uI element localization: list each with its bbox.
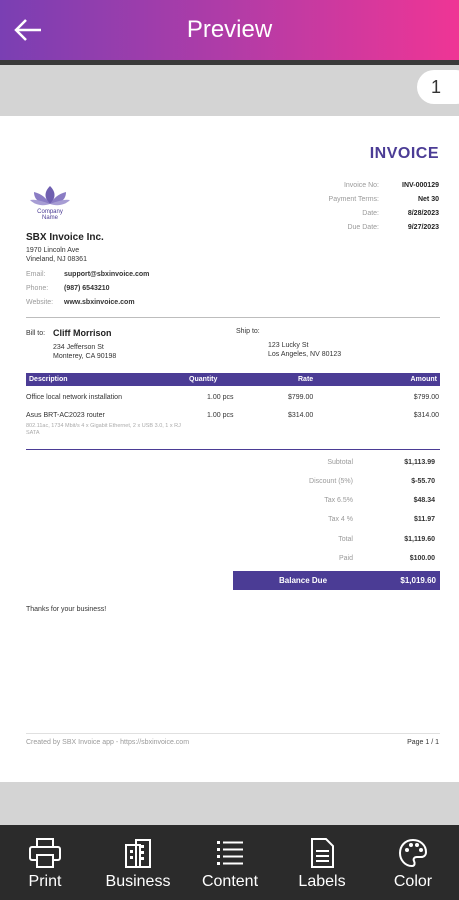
row1-amount: $799.00 [413, 394, 439, 401]
company-website: www.sbxinvoice.com [64, 299, 135, 306]
bill-to-address-line1: 234 Jefferson St [53, 344, 104, 351]
nav-content[interactable]: Content [196, 825, 264, 900]
company-name: SBX Invoice Inc. [26, 232, 104, 243]
footer-page-number: Page 1 / 1 [407, 739, 439, 746]
phone-label: Phone: [26, 285, 49, 292]
meta-label-due-date: Due Date: [347, 224, 379, 231]
company-email: support@sbxinvoice.com [64, 271, 150, 278]
bottom-navigation: Print Business Content Labels Color [0, 825, 459, 900]
row2-quantity: 1.00 pcs [207, 412, 234, 419]
paid-label: Paid [338, 555, 353, 562]
row1-rate: $799.00 [288, 394, 314, 401]
printer-icon [29, 838, 61, 868]
total-value: $1,119.60 [404, 536, 435, 543]
nav-content-label: Content [201, 873, 259, 890]
document-icon [311, 838, 334, 868]
company-address-line1: 1970 Lincoln Ave [26, 247, 80, 254]
ship-to-address-line2: Los Angeles, NV 80123 [268, 351, 342, 358]
bill-to-address-line2: Monterey, CA 90198 [53, 353, 117, 360]
col-rate: Rate [298, 376, 314, 383]
row2-description: Asus BRT-AC2023 router [26, 412, 105, 419]
col-amount: Amount [410, 376, 437, 383]
nav-labels-label: Labels [298, 873, 346, 890]
meta-value-due-date: 9/27/2023 [407, 224, 439, 231]
tax1-label: Tax 6.5% [324, 497, 353, 504]
nav-labels[interactable]: Labels [290, 825, 354, 900]
col-quantity: Quantity [189, 376, 218, 383]
company-phone: (987) 6543210 [64, 285, 110, 292]
bill-to-label: Bill to: [26, 330, 46, 337]
tax1-value: $48.34 [413, 497, 435, 504]
palette-icon [398, 838, 428, 868]
tax2-value: $11.97 [413, 516, 435, 523]
meta-label-invoice-no: Invoice No: [343, 182, 379, 189]
list-icon [217, 841, 243, 865]
nav-color-label: Color [393, 873, 433, 890]
logo-text-line2: Name [42, 215, 59, 221]
row1-quantity: 1.00 pcs [207, 394, 234, 401]
nav-print[interactable]: Print [14, 825, 76, 900]
building-icon [125, 839, 151, 868]
company-address-line2: Vineland, NJ 08361 [26, 256, 87, 263]
col-description: Description [29, 376, 68, 383]
meta-label-payment-terms: Payment Terms: [328, 196, 379, 203]
row2-amount: $314.00 [413, 412, 439, 419]
subtotal-value: $1,113.99 [404, 459, 435, 466]
footer-credit: Created by SBX Invoice app - https://sbx… [26, 739, 190, 746]
meta-label-date: Date: [362, 210, 379, 217]
invoice-page: INVOICE Company Name Invoice No: INV-000… [0, 116, 459, 782]
meta-value-payment-terms: Net 30 [417, 196, 439, 203]
nav-business-label: Business [105, 873, 171, 890]
nav-print-label: Print [28, 873, 62, 890]
ship-to-address-line1: 123 Lucky St [268, 342, 309, 349]
page-number-badge: 1 [417, 70, 459, 104]
nav-color[interactable]: Color [384, 825, 442, 900]
balance-due-value: $1,019.60 [400, 576, 436, 585]
row2-note: 802.11ac, 1734 Mbit/s 4 x Gigabit Ethern… [26, 423, 181, 436]
page-title: Preview [186, 16, 273, 43]
app-header: Preview [0, 0, 459, 60]
table-bottom-line [26, 449, 440, 450]
total-label: Total [338, 536, 353, 543]
balance-due-label: Balance Due [279, 576, 328, 585]
thanks-note: Thanks for your business! [26, 606, 107, 613]
discount-value: $-55.70 [411, 478, 435, 485]
invoice-heading: INVOICE [369, 145, 439, 162]
nav-business[interactable]: Business [100, 825, 176, 900]
items-table-header: Description Quantity Rate Amount [26, 373, 440, 386]
meta-value-date: 8/28/2023 [407, 210, 439, 217]
tax2-label: Tax 4 % [328, 516, 353, 523]
ship-to-label: Ship to: [236, 328, 260, 335]
paid-value: $100.00 [409, 555, 435, 562]
divider [26, 317, 440, 318]
company-logo-icon: Company Name [26, 182, 74, 222]
row2-rate: $314.00 [288, 412, 314, 419]
discount-label: Discount (5%) [309, 478, 353, 485]
subtotal-label: Subtotal [327, 459, 353, 466]
row1-description: Office local network installation [26, 394, 122, 401]
balance-due-row: Balance Due $1,019.60 [233, 571, 440, 590]
bill-to-name: Cliff Morrison [53, 328, 112, 338]
website-label: Website: [26, 299, 54, 306]
meta-value-invoice-no: INV-000129 [402, 182, 439, 189]
footer-divider [26, 733, 440, 734]
header-divider [0, 60, 459, 65]
email-label: Email: [26, 271, 46, 278]
